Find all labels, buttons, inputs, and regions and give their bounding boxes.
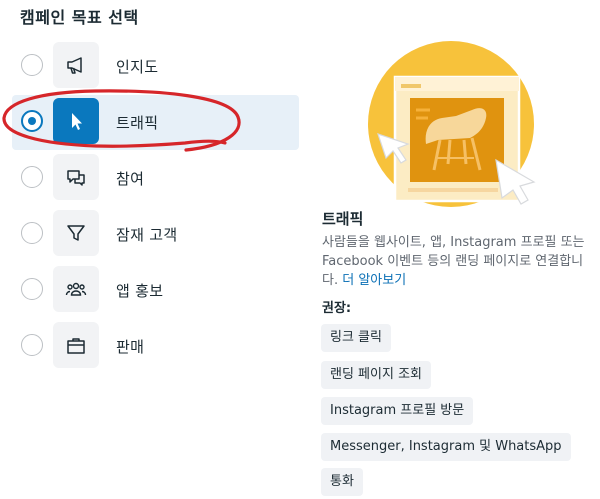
page-title: 캠페인 목표 선택 <box>20 8 139 27</box>
traffic-illustration <box>368 41 536 207</box>
recommendation-chip: 랜딩 페이지 조회 <box>321 361 431 389</box>
funnel-icon <box>53 210 99 256</box>
chat-bubbles-icon <box>53 154 99 200</box>
recommendation-chip: 링크 클릭 <box>321 324 391 352</box>
objective-label: 앱 홍보 <box>116 282 164 300</box>
recommendation-chip: Instagram 프로필 방문 <box>321 397 474 425</box>
radio-button[interactable] <box>21 278 43 300</box>
radio-button[interactable] <box>21 222 43 244</box>
objective-detail-title: 트래픽 <box>322 210 364 228</box>
objective-label: 트래픽 <box>116 114 159 132</box>
objective-option-traffic[interactable]: 트래픽 <box>12 95 299 150</box>
objective-label: 인지도 <box>116 58 159 76</box>
shopping-bag-icon <box>53 322 99 368</box>
objective-label: 판매 <box>116 338 145 356</box>
recommended-label: 권장: <box>322 301 352 316</box>
objective-option-sales[interactable]: 판매 <box>12 319 299 374</box>
objective-option-app-promotion[interactable]: 앱 홍보 <box>12 263 299 318</box>
radio-button[interactable] <box>21 166 43 188</box>
objective-option-leads[interactable]: 잠재 고객 <box>12 207 299 262</box>
radio-selected-dot <box>28 117 36 125</box>
objective-description: 사람들을 웹사이트, 앱, Instagram 프로필 또는 Facebook … <box>322 233 590 290</box>
radio-button[interactable] <box>21 110 43 132</box>
megaphone-icon <box>53 42 99 88</box>
recommendation-chip: 통화 <box>321 468 363 496</box>
objective-label: 잠재 고객 <box>116 226 178 244</box>
radio-button[interactable] <box>21 54 43 76</box>
people-icon <box>53 266 99 312</box>
cursor-icon <box>53 98 99 144</box>
radio-button[interactable] <box>21 334 43 356</box>
recommendation-chip: Messenger, Instagram 및 WhatsApp <box>321 433 571 461</box>
objective-label: 참여 <box>116 170 145 188</box>
objective-option-awareness[interactable]: 인지도 <box>12 39 299 94</box>
objective-option-engagement[interactable]: 참여 <box>12 151 299 206</box>
learn-more-link[interactable]: 더 알아보기 <box>342 273 406 288</box>
